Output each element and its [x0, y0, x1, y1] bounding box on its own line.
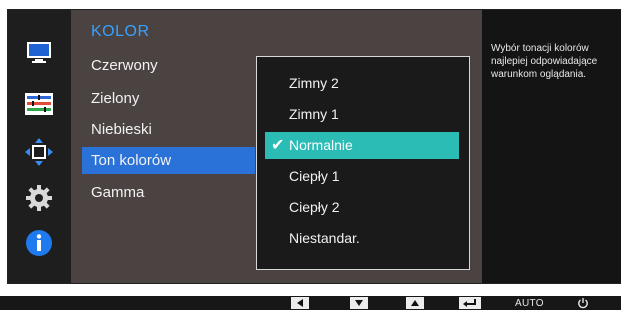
color-menu-panel: KOLOR Czerwony Zielony Niebieski Ton kol… [71, 10, 482, 283]
gear-icon[interactable] [22, 181, 56, 215]
option-zimny-1[interactable]: Zimny 1 [265, 101, 459, 128]
option-niestandar[interactable]: Niestandar. [265, 225, 459, 252]
icon-sidebar [8, 10, 71, 283]
menu-item-label: Zielony [91, 90, 140, 107]
auto-button[interactable]: AUTO [515, 297, 544, 309]
left-button[interactable] [291, 297, 309, 309]
menu-item-label: Niebieski [91, 121, 152, 138]
auto-label: AUTO [515, 297, 544, 309]
option-label: Niestandar. [289, 230, 360, 246]
info-icon[interactable] [22, 226, 56, 260]
power-button[interactable] [577, 297, 589, 309]
option-normalnie[interactable]: ✔ Normalnie [265, 132, 459, 159]
menu-item-label: Ton kolorów [91, 152, 172, 169]
menu-item-ton-kolorow[interactable]: Ton kolorów [82, 147, 255, 174]
option-cieply-2[interactable]: Ciepły 2 [265, 194, 459, 221]
description-text: Wybór tonacji kolorów najlepiej odpowiad… [491, 43, 598, 80]
color-tone-submenu: Zimny 2 Zimny 1 ✔ Normalnie Ciepły 1 Cie… [256, 56, 470, 270]
color-bars-icon[interactable] [22, 87, 56, 121]
enter-icon [459, 297, 481, 309]
move-arrows-icon[interactable] [22, 135, 56, 169]
option-label: Zimny 2 [289, 75, 339, 91]
down-arrow-icon [350, 297, 368, 309]
down-button[interactable] [350, 297, 368, 309]
left-arrow-icon [291, 297, 309, 309]
menu-item-label: Gamma [91, 184, 145, 201]
option-zimny-2[interactable]: Zimny 2 [265, 70, 459, 97]
description-panel: Wybór tonacji kolorów najlepiej odpowiad… [482, 10, 621, 283]
up-button[interactable] [406, 297, 424, 309]
option-label: Normalnie [289, 137, 353, 153]
menu-title: KOLOR [91, 23, 150, 40]
menu-item-czerwony[interactable]: Czerwony [82, 52, 255, 79]
up-arrow-icon [406, 297, 424, 309]
option-label: Ciepły 1 [289, 168, 340, 184]
option-label: Ciepły 2 [289, 199, 340, 215]
menu-item-niebieski[interactable]: Niebieski [82, 116, 255, 143]
monitor-icon[interactable] [22, 35, 56, 69]
checkmark-icon: ✔ [271, 137, 285, 154]
option-label: Zimny 1 [289, 106, 339, 122]
power-icon [578, 298, 588, 309]
menu-item-label: Czerwony [91, 57, 158, 74]
menu-item-gamma[interactable]: Gamma [82, 179, 255, 206]
option-cieply-1[interactable]: Ciepły 1 [265, 163, 459, 190]
enter-button[interactable] [459, 297, 481, 309]
menu-item-zielony[interactable]: Zielony [82, 85, 255, 112]
